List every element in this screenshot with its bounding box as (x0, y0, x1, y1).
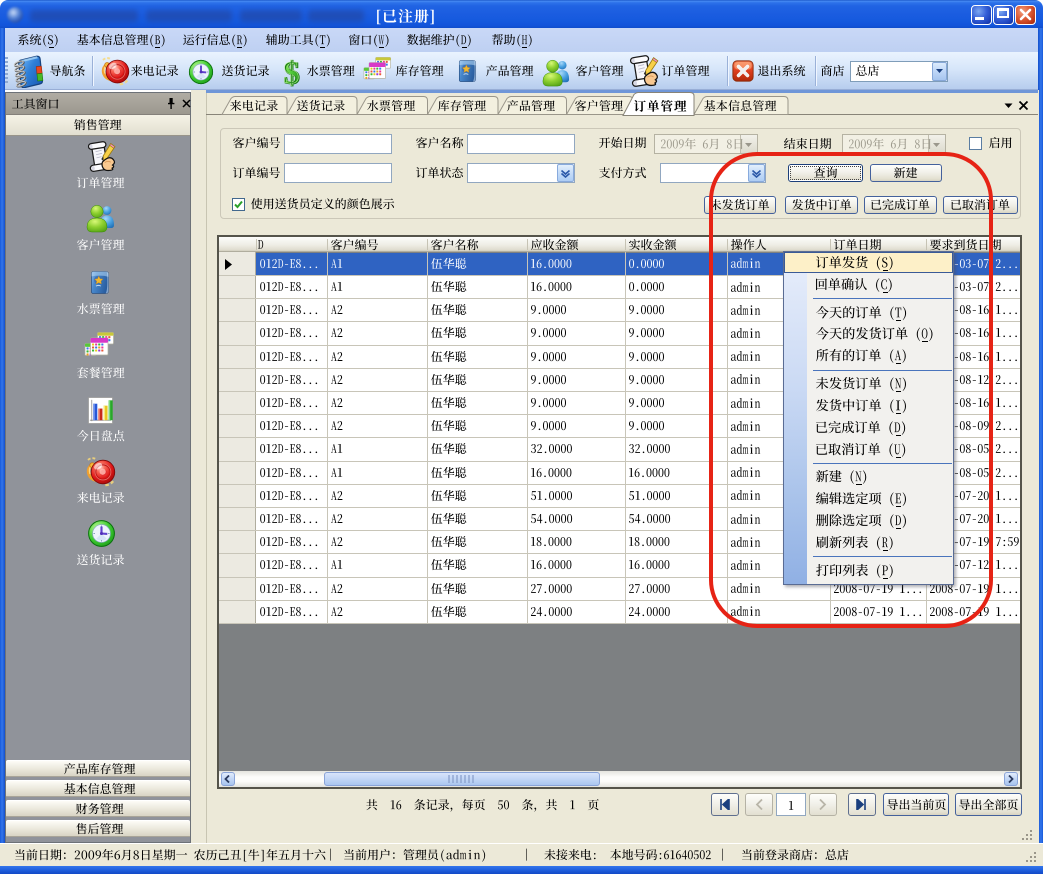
svg-text:$: $ (283, 55, 299, 90)
